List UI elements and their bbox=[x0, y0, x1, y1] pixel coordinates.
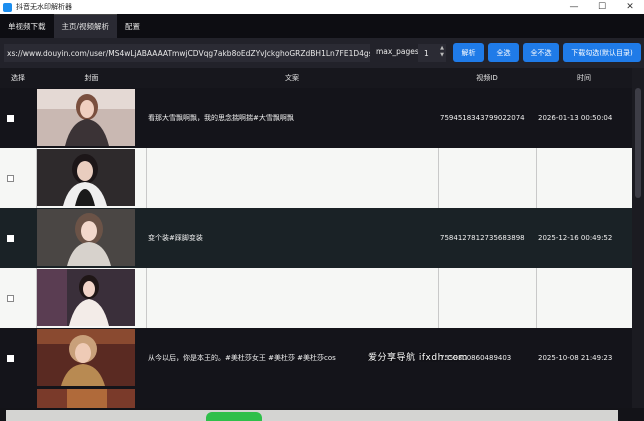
row-checkbox[interactable] bbox=[7, 235, 14, 242]
column-divider bbox=[438, 148, 439, 208]
table-row[interactable] bbox=[0, 388, 632, 408]
row-text: 看那大雪飘啊飘，我的思念揣啊揣#大雪飘啊飘 bbox=[148, 114, 294, 122]
header-select: 选择 bbox=[11, 74, 25, 82]
toolbar: max_pages 1 ▲▼ 解析 全选 全不选 下载勾选(默认目录) bbox=[0, 38, 644, 68]
column-divider bbox=[536, 148, 537, 208]
url-input[interactable] bbox=[4, 44, 370, 62]
horizontal-scrollbar[interactable] bbox=[0, 408, 644, 421]
select-none-button[interactable]: 全不选 bbox=[523, 43, 559, 62]
column-divider bbox=[438, 268, 439, 328]
cover-thumbnail bbox=[37, 209, 135, 266]
select-all-button[interactable]: 全选 bbox=[488, 43, 519, 62]
minimize-icon[interactable]: — bbox=[560, 0, 588, 14]
app-window: 抖音无水印解析器 — ☐ ✕ 单视频下载 主页/视频解析 配置 max_page… bbox=[0, 0, 644, 421]
row-time bbox=[538, 148, 632, 208]
vertical-scroll-thumb[interactable] bbox=[635, 88, 641, 198]
table-row[interactable] bbox=[0, 268, 632, 328]
spin-arrows-icon[interactable]: ▲ ▼ bbox=[440, 45, 444, 59]
row-text: 变个装#踩脚变装 bbox=[148, 234, 203, 242]
max-pages-spinbox[interactable]: 1 ▲ ▼ bbox=[418, 44, 446, 62]
column-divider bbox=[146, 268, 147, 328]
header-time: 时间 bbox=[577, 74, 591, 82]
green-progress-indicator bbox=[206, 412, 262, 421]
table-row[interactable] bbox=[0, 148, 632, 208]
column-divider bbox=[536, 268, 537, 328]
header-text: 文案 bbox=[285, 74, 299, 82]
row-time: 2025-12-16 00:49:52 bbox=[538, 234, 613, 242]
maximize-icon[interactable]: ☐ bbox=[588, 0, 616, 14]
table-row[interactable]: 变个装#踩脚变装 7584127812735683898 2025-12-16 … bbox=[0, 208, 632, 268]
max-pages-label: max_pages bbox=[376, 47, 419, 56]
max-pages-value: 1 bbox=[424, 48, 429, 58]
cover-thumbnail bbox=[37, 149, 135, 206]
table-header: 选择 封面 文案 视频ID 时间 bbox=[0, 68, 632, 88]
row-checkbox[interactable] bbox=[7, 175, 14, 182]
row-text bbox=[148, 148, 438, 208]
cover-thumbnail bbox=[37, 269, 135, 326]
row-text bbox=[148, 268, 438, 328]
cover-thumbnail bbox=[37, 389, 135, 408]
tab-bar: 单视频下载 主页/视频解析 配置 bbox=[0, 14, 644, 38]
close-icon[interactable]: ✕ bbox=[616, 0, 644, 14]
header-cover: 封面 bbox=[84, 74, 99, 82]
row-time: 2025-10-08 21:49:23 bbox=[538, 354, 613, 362]
tab-homepage-parse[interactable]: 主页/视频解析 bbox=[53, 14, 118, 38]
row-video-id: 7584127812735683898 bbox=[440, 234, 525, 242]
row-video-id bbox=[440, 268, 536, 328]
row-checkbox[interactable] bbox=[7, 115, 14, 122]
row-checkbox[interactable] bbox=[7, 295, 14, 302]
tab-config[interactable]: 配置 bbox=[117, 14, 148, 38]
window-controls: — ☐ ✕ bbox=[560, 0, 644, 14]
header-video-id: 视频ID bbox=[476, 74, 498, 82]
row-checkbox[interactable] bbox=[7, 355, 14, 362]
vertical-scrollbar[interactable] bbox=[632, 68, 644, 408]
cover-thumbnail bbox=[37, 89, 135, 146]
cover-thumbnail bbox=[37, 329, 135, 386]
column-divider bbox=[146, 148, 147, 208]
parse-button[interactable]: 解析 bbox=[453, 43, 484, 62]
horizontal-scroll-thumb[interactable] bbox=[6, 410, 618, 421]
row-video-id bbox=[440, 148, 536, 208]
table-row[interactable]: 从今以后，你是本王的。#美杜莎女王 #美杜莎 #美杜莎cos 755880086… bbox=[0, 328, 632, 388]
app-icon bbox=[3, 2, 12, 12]
row-time bbox=[538, 268, 632, 328]
table-row[interactable]: 看那大雪飘啊飘，我的思念揣啊揣#大雪飘啊飘 759451834379902207… bbox=[0, 88, 632, 148]
video-table: 选择 封面 文案 视频ID 时间 看那大雪飘啊飘，我的思念揣啊揣#大雪飘啊飘 7… bbox=[0, 68, 632, 408]
download-selected-button[interactable]: 下载勾选(默认目录) bbox=[563, 43, 641, 62]
window-title: 抖音无水印解析器 bbox=[16, 3, 72, 11]
row-time: 2026-01-13 00:50:04 bbox=[538, 114, 613, 122]
watermark-text: 爱分享导航 ifxdh.com bbox=[368, 353, 468, 363]
row-video-id: 7594518343799022074 bbox=[440, 114, 525, 122]
title-bar: 抖音无水印解析器 — ☐ ✕ bbox=[0, 0, 644, 14]
tab-single-video[interactable]: 单视频下载 bbox=[0, 14, 54, 38]
